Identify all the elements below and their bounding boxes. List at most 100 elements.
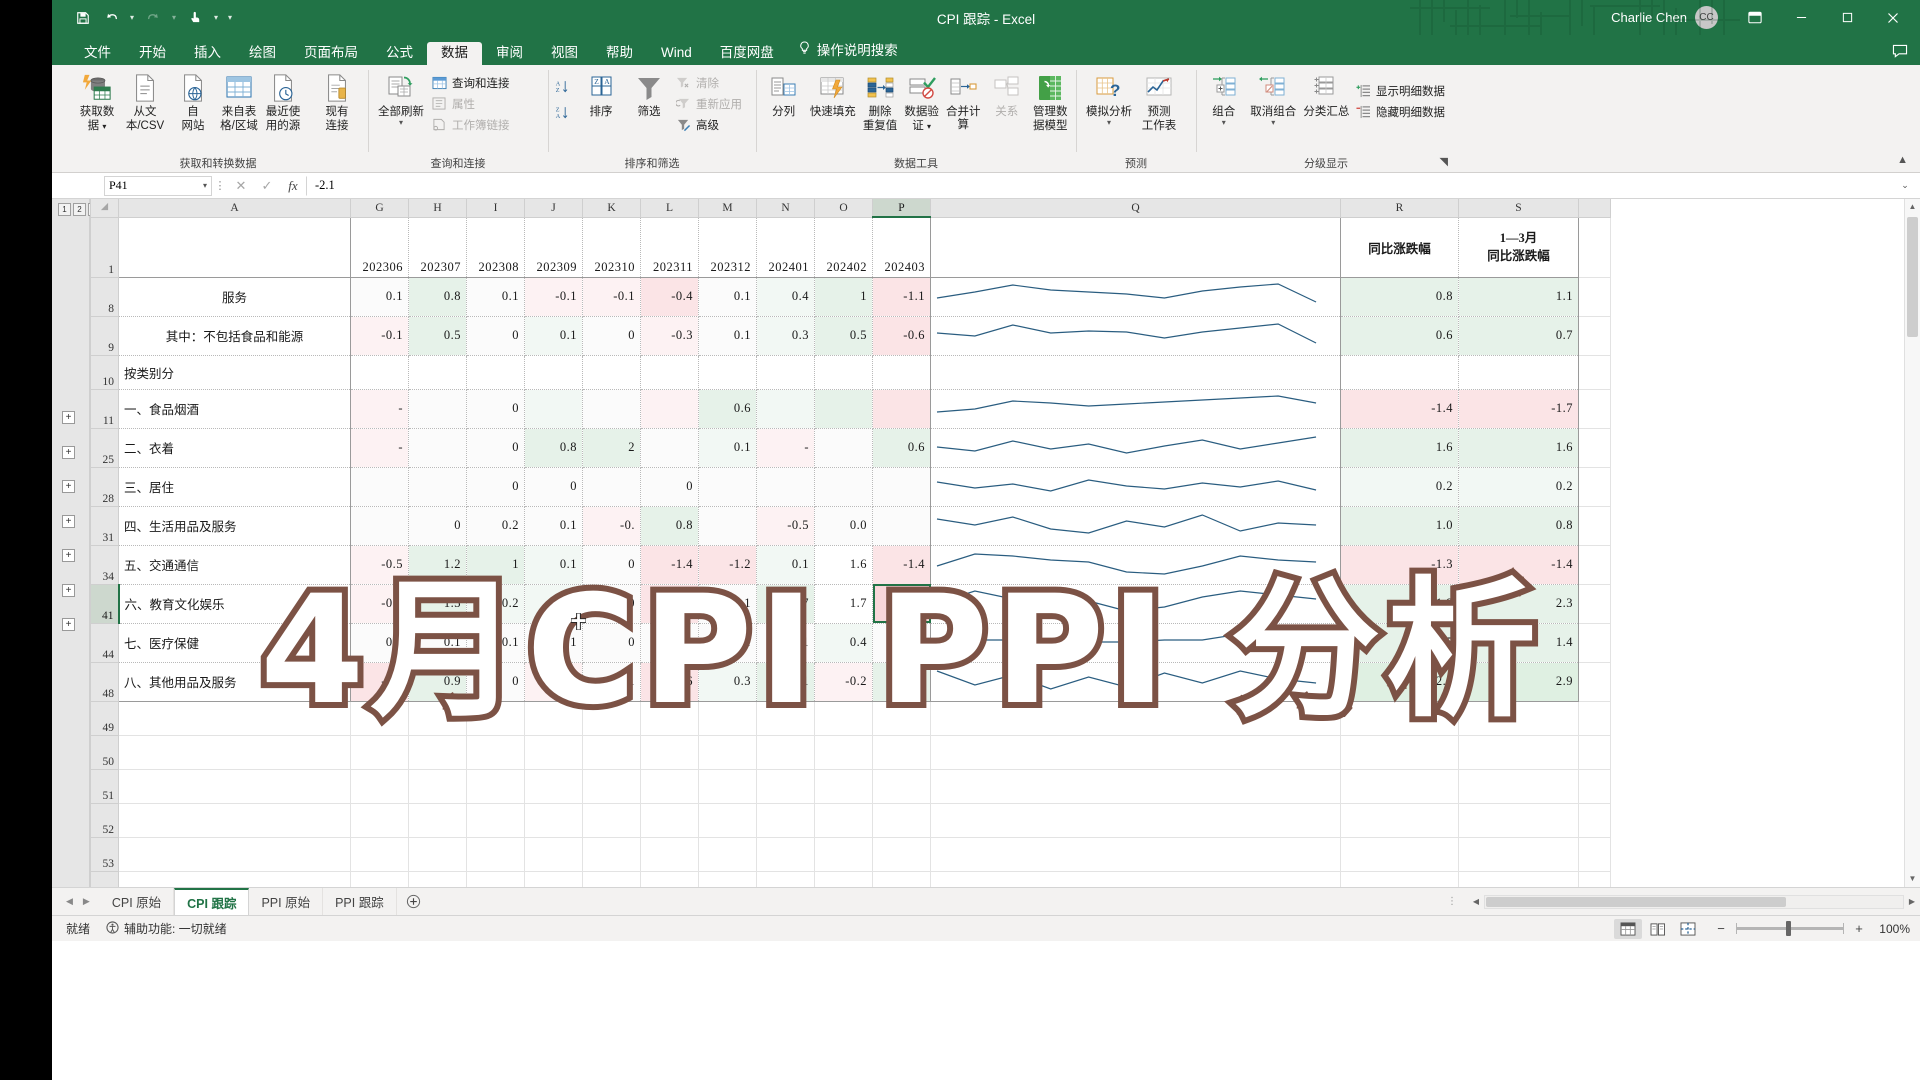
cell-O11[interactable] <box>814 389 873 429</box>
cell-R25[interactable]: 1.6 <box>1340 428 1459 468</box>
table-row[interactable]: 8 服务 0.1 0.8 0.1 -0.1 -0.1 -0.4 0.1 0.4 … <box>90 276 1611 317</box>
cell-Q1[interactable] <box>930 217 1341 278</box>
clear-filter-button[interactable]: 清除 <box>673 72 748 93</box>
tab-page-layout[interactable]: 页面布局 <box>290 42 372 66</box>
sheet-nav-prev-icon[interactable]: ◀ <box>66 896 73 907</box>
column-header-K[interactable]: K <box>582 199 641 218</box>
cell-P50[interactable] <box>872 735 931 770</box>
properties-button[interactable]: 属性 <box>429 93 516 114</box>
cell-M54[interactable] <box>698 871 757 887</box>
zoom-in-button[interactable]: + <box>1852 921 1866 936</box>
cell-L48[interactable]: -0.6 <box>640 662 699 702</box>
get-data-button[interactable]: 获取数 据 ▾ <box>73 68 121 133</box>
column-header-P[interactable]: P <box>872 199 931 218</box>
cell-R48[interactable]: 2.7 <box>1340 662 1459 702</box>
tab-data[interactable]: 数据 <box>427 41 482 65</box>
cell-P1[interactable]: 202403 <box>872 217 931 278</box>
tab-home[interactable]: 开始 <box>125 42 180 66</box>
cell-H8[interactable]: 0.8 <box>408 277 467 317</box>
cell-L50[interactable] <box>640 735 699 770</box>
group-caret-icon[interactable]: ▾ <box>1222 118 1226 127</box>
sheet-tab-cpi-raw[interactable]: CPI 原始 <box>100 888 175 915</box>
cell-M50[interactable] <box>698 735 757 770</box>
outline-dialog-launcher[interactable]: ◥ <box>1440 155 1448 168</box>
confirm-entry-button[interactable]: ✓ <box>254 178 280 194</box>
cell-I49[interactable] <box>466 701 525 736</box>
cell-S9[interactable]: 0.7 <box>1458 316 1579 356</box>
ungroup-button[interactable]: 取消组合 ▾ <box>1247 68 1300 127</box>
cell-O49[interactable] <box>814 701 873 736</box>
cell-K34[interactable]: 0 <box>582 545 641 585</box>
advanced-filter-button[interactable]: 高级 <box>673 114 748 135</box>
comments-button[interactable] <box>1892 44 1920 65</box>
cell-O34[interactable]: 1.6 <box>814 545 873 585</box>
cell-G48[interactable]: -0.6 <box>350 662 409 702</box>
cell-I28[interactable]: 0 <box>466 467 525 507</box>
outline-expand-row-31[interactable]: + <box>62 480 75 493</box>
sheet-tab-ppi-raw[interactable]: PPI 原始 <box>249 888 324 915</box>
tab-file[interactable]: 文件 <box>70 42 125 66</box>
cell-K48[interactable]: 0.1 <box>582 662 641 702</box>
cell-M44[interactable]: 0.1 <box>698 623 757 663</box>
cell-O50[interactable] <box>814 735 873 770</box>
cell-J53[interactable] <box>524 837 583 872</box>
cell-K53[interactable] <box>582 837 641 872</box>
cell-O1[interactable]: 202402 <box>814 217 873 278</box>
cell-P28[interactable] <box>872 467 931 507</box>
cell-G49[interactable] <box>350 701 409 736</box>
column-header-O[interactable]: O <box>814 199 873 218</box>
cell-A28[interactable]: 三、居住 <box>118 467 351 507</box>
cell-L31[interactable]: 0.8 <box>640 506 699 546</box>
row-header-1[interactable]: 1 <box>90 216 119 278</box>
cell-H28[interactable] <box>408 467 467 507</box>
cell-P10[interactable] <box>872 355 931 390</box>
cell-Q52[interactable] <box>930 803 1341 838</box>
cell-L11[interactable] <box>640 389 699 429</box>
cell-K52[interactable] <box>582 803 641 838</box>
cell-H52[interactable] <box>408 803 467 838</box>
cell-N48[interactable]: 1.1 <box>756 662 815 702</box>
what-if-analysis-button[interactable]: ? 模拟分析 ▾ <box>1081 68 1137 127</box>
cell-Q41-sparkline[interactable] <box>930 584 1341 624</box>
from-text-csv-button[interactable]: 从文 本/CSV <box>121 68 169 132</box>
column-header-S[interactable]: S <box>1458 199 1579 218</box>
redo-icon[interactable] <box>140 5 166 31</box>
column-header-I[interactable]: I <box>466 199 525 218</box>
cell-Q25-sparkline[interactable] <box>930 428 1341 468</box>
cell-H44[interactable]: 0.1 <box>408 623 467 663</box>
table-row[interactable]: 50 <box>90 734 1611 770</box>
cell-Q48-sparkline[interactable] <box>930 662 1341 702</box>
cell-Q49[interactable] <box>930 701 1341 736</box>
row-header-51[interactable]: 51 <box>90 768 119 804</box>
manage-data-model-button[interactable]: 管理数 据模型 <box>1029 68 1071 132</box>
cell-K11[interactable] <box>582 389 641 429</box>
cancel-entry-button[interactable]: ✕ <box>228 178 254 194</box>
cell-O31[interactable]: 0.0 <box>814 506 873 546</box>
cell-J51[interactable] <box>524 769 583 804</box>
redo-dropdown-icon[interactable]: ▾ <box>168 13 180 22</box>
cell-P41[interactable]: -2.1 <box>872 584 931 624</box>
cell-O48[interactable]: -0.2 <box>814 662 873 702</box>
cell-R53[interactable] <box>1340 837 1459 872</box>
table-row[interactable]: 52 <box>90 802 1611 838</box>
table-row[interactable]: 10 按类别分 <box>90 354 1611 390</box>
cell-A52[interactable] <box>118 803 351 838</box>
cell-H54[interactable] <box>408 871 467 887</box>
cell-R34[interactable]: -1.3 <box>1340 545 1459 585</box>
cell-J10[interactable] <box>524 355 583 390</box>
sheet-viewport[interactable]: A G H I J K L M N O P Q R S 1 202306 202… <box>90 199 1920 887</box>
cell-G53[interactable] <box>350 837 409 872</box>
row-header-34[interactable]: 34 <box>90 544 119 585</box>
outline-expand-row-48[interactable]: + <box>62 618 75 631</box>
cell-O44[interactable]: 0.4 <box>814 623 873 663</box>
cell-R8[interactable]: 0.8 <box>1340 277 1459 317</box>
cell-G11[interactable]: - <box>350 389 409 429</box>
add-sheet-button[interactable] <box>397 888 431 915</box>
cell-S51[interactable] <box>1458 769 1579 804</box>
outline-expand-row-34[interactable]: + <box>62 515 75 528</box>
hscroll-right-arrow-icon[interactable]: ▶ <box>1904 897 1920 906</box>
data-validation-button[interactable]: 数据验 证 ▾ <box>901 68 943 133</box>
group-button[interactable]: 组合 ▾ <box>1201 68 1247 127</box>
sheet-tab-ppi-tracking[interactable]: PPI 跟踪 <box>323 888 397 915</box>
cell-I50[interactable] <box>466 735 525 770</box>
